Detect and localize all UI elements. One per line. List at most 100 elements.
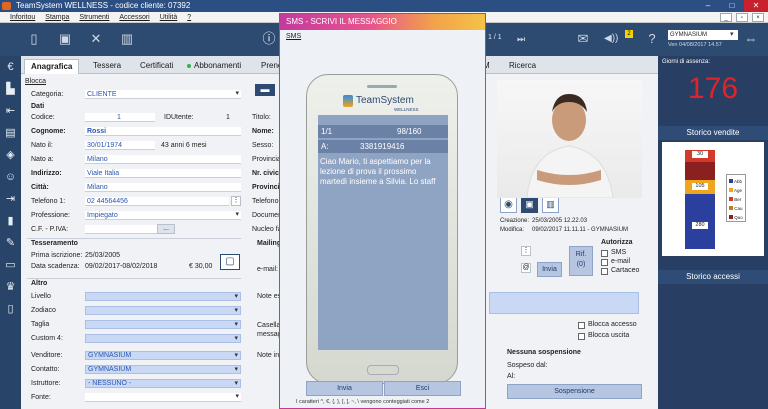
edit-icon[interactable]: ✎ [3,236,18,251]
modifica-label: Modifica: [500,227,525,233]
save-icon[interactable]: ▣ [58,31,72,47]
email-label: e-mail: [257,266,279,273]
blocca-accesso-checkbox[interactable] [578,322,585,329]
legend-label: Quo [734,215,743,220]
al-label: Al: [507,373,516,380]
bar-label: 105 [692,183,708,190]
trophy-icon[interactable]: ♛ [3,280,18,295]
tab-certificati[interactable]: Certificati [134,59,179,74]
menu-accessori[interactable]: Accessori [119,14,149,21]
phone-screen[interactable]: 1/1 98/160 A: 3381919416 Ciao Mario, ti … [318,115,448,350]
indirizzo-field[interactable]: Viale Italia [85,169,241,178]
notification-badge: 2 [625,30,633,38]
notification-icon[interactable]: ◀)) [604,31,618,47]
prima-iscrizione-label: Prima iscrizione: [31,252,83,259]
sms-send-button[interactable]: Invia [306,381,383,396]
email-menu-button[interactable]: ⋮ [521,246,531,256]
swap-icon[interactable]: ⇔ [744,31,758,47]
storico-accessi-heading[interactable]: Storico accessi [658,270,768,284]
sms-checkbox[interactable] [601,250,608,257]
nato-a-field[interactable]: Milano [85,155,241,164]
tab-tessera[interactable]: Tessera [87,59,127,74]
rif-label: Rif. [575,251,587,258]
euro-icon[interactable]: € [3,60,18,75]
card-icon[interactable]: ▢ [220,254,240,270]
mdi-close-button[interactable]: × [752,13,764,22]
note-es-field[interactable] [489,292,639,314]
fonte-select[interactable] [85,392,241,402]
card-icon[interactable]: ▮ [3,214,18,229]
prima-iscrizione-value: 25/03/2005 [85,252,121,259]
citta-field[interactable]: Milano [85,183,241,192]
mail-icon[interactable]: ✉ [576,31,590,47]
tag-icon[interactable]: ◈ [3,148,18,163]
maximize-button[interactable]: □ [720,0,744,12]
contatto-select[interactable]: GYMNASIUM [85,365,241,374]
menu-stampa[interactable]: Stampa [45,14,69,21]
view-photo-button[interactable]: ◉ [500,196,517,213]
tab-abbonamenti[interactable]: Abbonamenti [181,59,247,74]
sospensione-button[interactable]: Sospensione [507,384,642,399]
mdi-minimize-button[interactable]: _ [720,13,732,22]
import-icon[interactable]: ⇤ [3,104,18,119]
zodiaco-select[interactable] [85,306,241,315]
blocca-link[interactable]: Blocca [25,78,46,85]
menu-utilita[interactable]: Utilità [160,14,178,21]
professione-select[interactable]: Impiegato [85,210,241,220]
email-checkbox[interactable] [601,259,608,266]
codice-value: 1 [117,114,121,121]
codice-field[interactable]: 1 [85,113,155,122]
at-button[interactable]: @ [521,263,531,273]
tab-ricerca[interactable]: Ricerca [503,59,542,74]
custom4-select[interactable] [85,334,241,343]
legend-item: Ber [729,195,741,204]
invia-email-button[interactable]: Invia [537,262,562,277]
mdi-restore-button[interactable]: ▫ [736,13,748,22]
legend-item: Abb [729,177,742,186]
telefono-value: 02 44564456 [87,198,128,205]
cancel-icon[interactable]: ✕ [89,31,103,47]
sms-menu[interactable]: SMS [286,33,301,40]
truck-icon[interactable]: ▙ [3,82,18,97]
export-icon[interactable]: ⇥ [3,192,18,207]
cognome-field[interactable]: Rossi [85,127,241,136]
menu-inforitou[interactable]: Inforitou [10,14,35,21]
cartaceo-checkbox[interactable] [601,268,608,275]
minimize-button[interactable]: – [696,0,720,12]
telefono-field[interactable]: 02 44564456 [85,197,229,206]
livello-select[interactable] [85,292,241,301]
gym-select[interactable]: GYMNASIUM [668,30,738,40]
blocca-uscita-checkbox[interactable] [578,333,585,340]
sms-message-text[interactable]: Ciao Mario, ti aspettiamo per la lezione… [320,157,445,187]
new-document-icon[interactable]: ▯ [27,31,41,47]
delete-photo-button[interactable]: ▥ [542,196,559,213]
storico-vendite-heading[interactable]: Storico vendite [658,126,768,140]
phone-frame: TeamSystem WELLNESS 1/1 98/160 A: 338191… [306,74,458,384]
info-icon[interactable]: ⓘ [262,31,276,47]
citta-value: Milano [87,184,108,191]
next-record-icon[interactable]: ⏭ [514,31,528,47]
nato-il-field[interactable]: 30/01/1974 [85,141,155,150]
venditore-select[interactable]: GYMNASIUM [85,351,241,360]
ticket-icon[interactable]: ▭ [3,258,18,273]
rif-button[interactable]: Rif. (0) [569,246,593,276]
teamsystem-logo-icon [343,95,353,107]
help-icon[interactable]: ? [645,31,659,47]
menu-strumenti[interactable]: Strumenti [79,14,109,21]
register-icon[interactable]: ▤ [3,126,18,141]
document-icon[interactable]: ▯ [3,302,18,317]
camera-button[interactable]: ▣ [521,196,538,213]
smile-icon[interactable]: ☺ [3,170,18,185]
bar-label: 30 [692,151,708,158]
phone-menu-button[interactable]: ⋮ [231,196,241,206]
tab-anagrafica[interactable]: Anagrafica [24,59,80,74]
delete-icon[interactable]: ▥ [120,31,134,47]
categoria-select[interactable]: CLIENTE [85,89,241,99]
istruttore-select[interactable]: - NESSUNO - [85,379,241,388]
cf-lookup-button[interactable]: ... [157,224,175,234]
card-reader-icon[interactable]: ▬ [255,84,275,96]
menu-help[interactable]: ? [187,14,191,21]
sms-exit-button[interactable]: Esci [384,381,461,396]
close-button[interactable]: ✕ [744,0,768,12]
taglia-select[interactable] [85,320,241,329]
